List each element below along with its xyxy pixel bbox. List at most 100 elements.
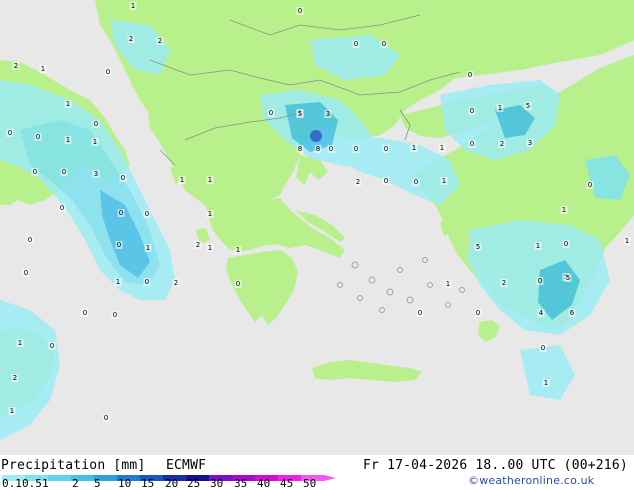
legend-tick-label: 40 — [257, 477, 271, 490]
precip-value-label: 2 — [174, 279, 178, 287]
precip-value-label: 0 — [145, 210, 149, 218]
legend-tick-label: 15 — [141, 477, 155, 490]
precip-value-label: 0 — [269, 109, 273, 117]
precip-value-label: 5 — [476, 243, 480, 251]
precip-value-label: 2 — [14, 62, 18, 70]
precip-value-label: 0 — [564, 240, 568, 248]
precip-value-label: 3 — [528, 139, 532, 147]
precip-value-label: 2 — [356, 178, 360, 186]
precip-value-label: 2 — [196, 241, 200, 249]
map-canvas: 1022000210001011013005880001101502300201… — [0, 0, 634, 455]
precip-value-label: 1 — [10, 407, 14, 415]
precip-value-label: 0 — [588, 181, 592, 189]
precip-value-label: 0 — [470, 140, 474, 148]
precip-value-label: 0 — [384, 177, 388, 185]
precip-value-label: 0 — [476, 309, 480, 317]
precip-value-label: 0 — [33, 168, 37, 176]
precip-value-label: 1 — [116, 278, 120, 286]
precip-value-label: 0 — [384, 145, 388, 153]
precip-value-label: 6 — [570, 309, 575, 317]
precip-value-label: 1 — [208, 244, 212, 252]
precip-value-label: 0 — [117, 241, 121, 249]
legend-tick-label: 0.5 — [22, 477, 42, 490]
precip-value-label: 5 — [298, 110, 302, 118]
precip-value-label: 1 — [208, 210, 212, 218]
precip-value-label: 0 — [94, 120, 98, 128]
precip-value-label: 0 — [354, 40, 358, 48]
precip-value-label: 0 — [236, 280, 240, 288]
map-title: Precipitation [mm] — [1, 458, 146, 473]
legend-arrow — [324, 475, 336, 481]
precip-value-label: 0 — [8, 129, 12, 137]
precip-value-label: 1 — [93, 138, 97, 146]
precip-value-label: 0 — [104, 414, 108, 422]
precip-value-label: 1 — [18, 339, 22, 347]
precip-value-label: 1 — [208, 176, 212, 184]
precip-value-label: 5 — [526, 102, 530, 110]
precip-value-label: 0 — [470, 107, 474, 115]
model-name: ECMWF — [166, 458, 207, 473]
precip-value-label: 5 — [566, 274, 570, 282]
precip-value-label: 0 — [62, 168, 66, 176]
precip-value-label: 1 — [562, 206, 566, 214]
precip-value-label: 1 — [625, 237, 629, 245]
precip-value-label: 1 — [442, 177, 446, 185]
precip-value-label: 1 — [131, 2, 135, 10]
precip-value-label: 1 — [236, 246, 240, 254]
legend-tick-label: 35 — [234, 477, 248, 490]
precip-value-label: 1 — [66, 136, 70, 144]
precip-value-label: 1 — [66, 100, 70, 108]
precip-value-label: 3 — [326, 110, 330, 118]
precip-value-label: 2 — [129, 35, 133, 43]
precip-value-label: 4 — [539, 309, 544, 317]
precip-value-label: 2 — [13, 374, 17, 382]
legend-swatch — [48, 475, 71, 481]
precip-value-label: 1 — [440, 144, 444, 152]
precip-max-thessaloniki — [310, 130, 322, 142]
precip-value-label: 0 — [414, 178, 418, 186]
precip-value-label: 0 — [83, 309, 87, 317]
precip-value-label: 1 — [412, 144, 416, 152]
precip-value-label: 2 — [500, 140, 504, 148]
precip-value-label: 0 — [106, 68, 110, 76]
precip-value-label: 1 — [446, 280, 450, 288]
precip-value-label: 1 — [180, 176, 184, 184]
precip-value-label: 0 — [36, 133, 40, 141]
legend-tick-label: 50 — [303, 477, 317, 490]
legend-tick-label: 0.1 — [2, 477, 22, 490]
precip-value-label: 0 — [60, 204, 64, 212]
precip-value-label: 3 — [94, 170, 98, 178]
legend-tick-label: 25 — [187, 477, 201, 490]
precip-value-label: 2 — [502, 279, 506, 287]
precip-value-label: 1 — [498, 104, 502, 112]
footer: Precipitation [mm] ECMWF Fr 17-04-2026 1… — [0, 455, 634, 490]
precip-value-label: 0 — [354, 145, 358, 153]
precip-value-label: 0 — [541, 344, 545, 352]
credit-text: ©weatheronline.co.uk — [468, 474, 595, 487]
legend-tick-label: 2 — [72, 477, 79, 490]
precip-value-label: 8 — [316, 145, 320, 153]
legend-tick-label: 10 — [118, 477, 132, 490]
precip-value-label: 1 — [544, 379, 548, 387]
legend-tick-label: 20 — [165, 477, 179, 490]
precip-value-label: 0 — [119, 209, 123, 217]
precip-value-label: 1 — [146, 244, 150, 252]
legend-tick-label: 5 — [94, 477, 101, 490]
precip-value-label: 2 — [158, 37, 162, 45]
valid-time: Fr 17-04-2026 18..00 UTC (00+216) — [363, 458, 628, 473]
precipitation-map: 1022000210001011013005880001101502300201… — [0, 0, 634, 455]
precip-value-label: 1 — [41, 65, 45, 73]
legend-tick-label: 30 — [210, 477, 224, 490]
precip-value-label: 0 — [418, 309, 422, 317]
precip-value-label: 0 — [145, 278, 149, 286]
legend-tick-label: 45 — [280, 477, 294, 490]
precip-value-label: 0 — [24, 269, 28, 277]
precip-value-label: 0 — [382, 40, 386, 48]
precip-value-label: 0 — [298, 7, 302, 15]
precip-value-label: 0 — [121, 174, 125, 182]
precip-value-label: 0 — [468, 71, 472, 79]
precip-value-label: 0 — [113, 311, 117, 319]
precip-value-label: 8 — [298, 145, 302, 153]
precip-value-label: 0 — [28, 236, 32, 244]
precip-value-label: 0 — [538, 277, 542, 285]
